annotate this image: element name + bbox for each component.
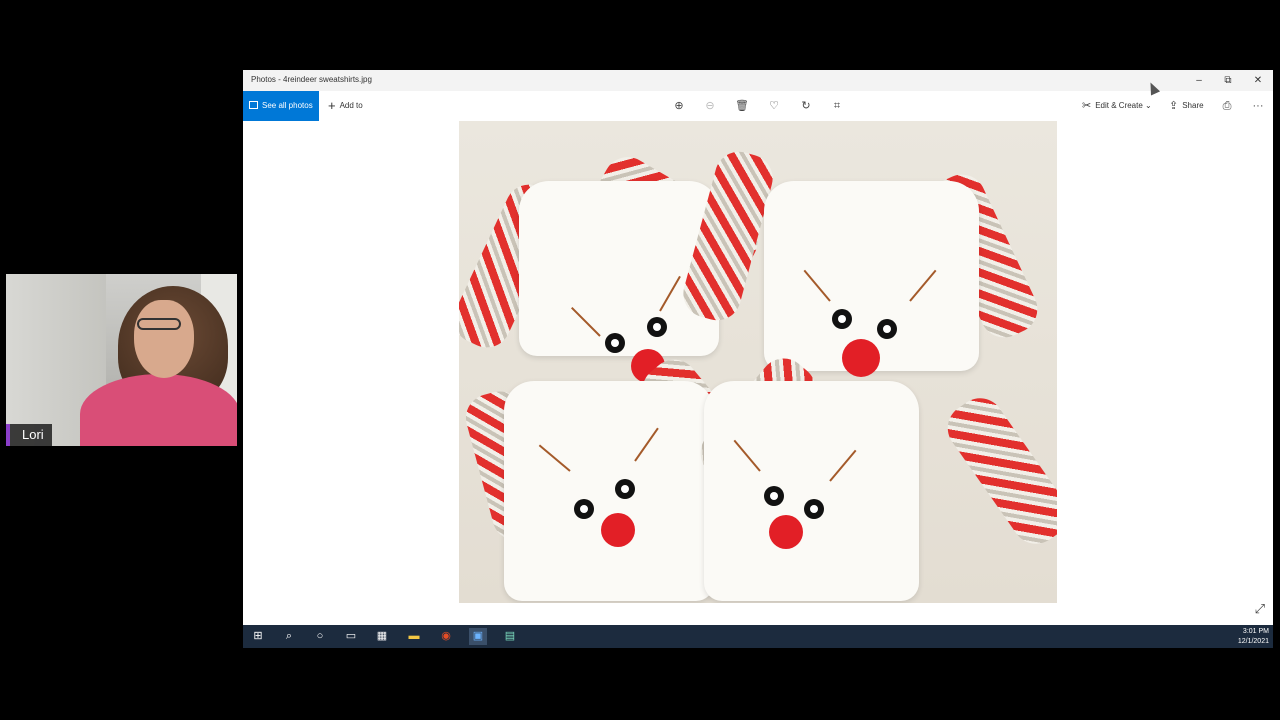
striped-sleeve (938, 388, 1057, 554)
share-label: Share (1182, 101, 1204, 110)
taskbar-clock[interactable]: 3:01 PM 12/1/2021 (1238, 627, 1269, 647)
red-nose (769, 515, 803, 549)
task-view-icon[interactable]: ▭ (342, 628, 360, 645)
edit-icon: ✂ (1082, 100, 1092, 112)
file-explorer-icon[interactable]: ▬ (405, 628, 423, 645)
cortana-icon[interactable]: ○ (311, 628, 329, 645)
participant-name-tag: Lori (6, 424, 52, 446)
search-icon[interactable]: ⌕ (280, 628, 298, 645)
photo-viewer-image[interactable] (459, 121, 1057, 603)
add-to-button[interactable]: + Add to (328, 91, 363, 121)
participant-shirt (80, 374, 237, 446)
toolbar: See all photos + Add to ⊕ ⊖ 🗑 ♡ ↻ ⌗ ✂ Edit… (243, 91, 1273, 121)
see-all-photos-label: See all photos (262, 101, 313, 110)
eye (647, 317, 667, 337)
add-to-label: Add to (339, 101, 363, 110)
close-button[interactable]: ✕ (1243, 73, 1273, 88)
expand-icon[interactable]: ⤢ (1255, 601, 1265, 617)
eye (804, 499, 824, 519)
maximize-button[interactable]: ⧉ (1213, 73, 1243, 88)
sweatshirt (704, 381, 919, 601)
clock-time: 3:01 PM (1242, 628, 1269, 635)
clock-date: 12/1/2021 (1237, 638, 1269, 645)
calculator-icon[interactable]: ▦ (373, 628, 391, 645)
photos-icon (249, 101, 258, 109)
eye (574, 499, 594, 519)
minimize-button[interactable]: – (1184, 73, 1214, 88)
title-bar[interactable]: Photos - 4reindeer sweatshirts.jpg – ⧉ ✕ (243, 70, 1273, 91)
print-icon[interactable]: ⎙ (1220, 99, 1234, 113)
rotate-icon[interactable]: ↻ (799, 99, 813, 113)
zoom-out-icon[interactable]: ⊖ (703, 99, 717, 113)
red-nose (842, 339, 880, 377)
eye (832, 309, 852, 329)
delete-icon[interactable]: 🗑 (735, 99, 749, 113)
eye (764, 486, 784, 506)
edit-create-label: Edit & Create (1095, 101, 1143, 110)
chevron-down-icon: ⌄ (1145, 101, 1152, 110)
window-title: Photos - 4reindeer sweatshirts.jpg (251, 75, 372, 84)
taskbar: ⊞ ⌕ ○ ▭ ▦ ▬ ◉ ▣ ▤ 3:01 PM 12/1/2021 (243, 625, 1273, 648)
participant-glasses (137, 318, 181, 330)
participant-face (134, 300, 194, 378)
red-nose (601, 513, 635, 547)
chrome-icon[interactable]: ◉ (437, 628, 455, 645)
crop-icon[interactable]: ⌗ (830, 99, 844, 113)
windows-start-icon[interactable]: ⊞ (249, 628, 267, 645)
favorite-icon[interactable]: ♡ (767, 99, 781, 113)
edit-create-button[interactable]: ✂ Edit & Create ⌄ (1082, 91, 1152, 121)
eye (605, 333, 625, 353)
store-app-icon[interactable]: ▤ (501, 628, 519, 645)
photos-app-window: Photos - 4reindeer sweatshirts.jpg – ⧉ ✕… (243, 70, 1273, 625)
eye (877, 319, 897, 339)
eye (615, 479, 635, 499)
share-icon: ⇪ (1169, 100, 1179, 112)
participant-video-tile[interactable]: Lori (6, 274, 237, 446)
more-options-button[interactable]: ··· (1251, 99, 1265, 113)
sweatshirt (504, 381, 714, 601)
photos-app-icon[interactable]: ▣ (469, 628, 487, 645)
share-button[interactable]: ⇪ Share (1169, 91, 1204, 121)
see-all-photos-button[interactable]: See all photos (243, 91, 319, 121)
plus-icon: + (328, 98, 336, 113)
zoom-in-icon[interactable]: ⊕ (672, 99, 686, 113)
